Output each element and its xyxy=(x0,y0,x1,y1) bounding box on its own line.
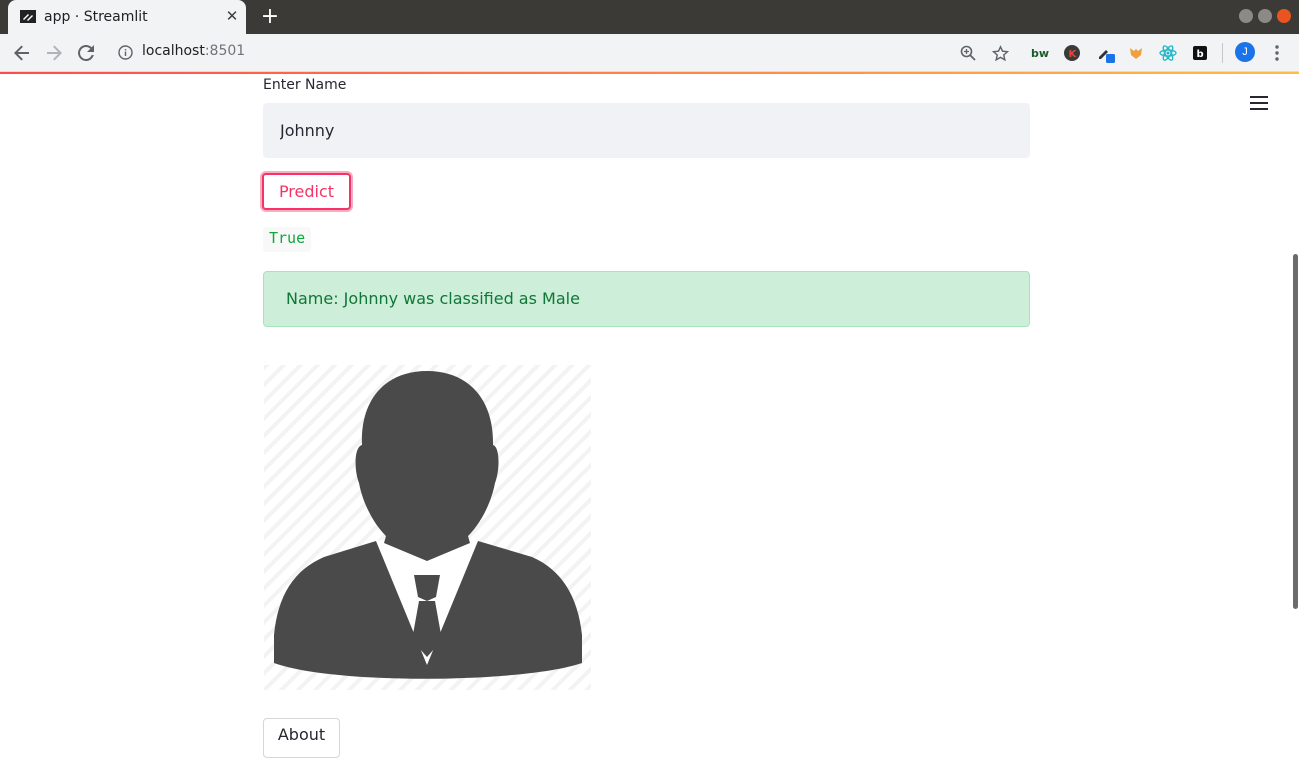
toolbar-separator xyxy=(1222,43,1223,63)
predict-button[interactable]: Predict xyxy=(262,173,351,210)
maximize-window-icon[interactable] xyxy=(1258,9,1272,23)
address-bar[interactable]: localhost:8501 xyxy=(142,43,245,59)
profile-avatar[interactable]: J xyxy=(1235,42,1255,62)
zoom-icon[interactable] xyxy=(958,43,978,63)
url-host: localhost xyxy=(142,43,205,59)
browser-toolbar: localhost:8501 bw K b xyxy=(0,34,1299,72)
extension-k-icon[interactable]: K xyxy=(1062,43,1082,63)
extension-bw-icon[interactable]: bw xyxy=(1030,43,1050,63)
back-arrow-icon[interactable] xyxy=(10,41,34,65)
classification-success-alert: Name: Johnny was classified as Male xyxy=(263,271,1030,327)
bookmark-star-icon[interactable] xyxy=(990,43,1010,63)
page-scrollbar[interactable] xyxy=(1293,254,1298,609)
streamlit-favicon-icon xyxy=(20,10,36,23)
hamburger-menu-icon[interactable] xyxy=(1250,96,1268,110)
svg-text:bw: bw xyxy=(1031,47,1049,59)
reload-icon[interactable] xyxy=(74,41,98,65)
extension-eyedropper-icon[interactable] xyxy=(1096,43,1116,63)
streamlit-app-main: Enter Name Predict True Name: Johnny was… xyxy=(0,74,1299,758)
svg-text:K: K xyxy=(1069,49,1078,60)
svg-text:b: b xyxy=(1197,49,1204,60)
extension-react-icon[interactable] xyxy=(1158,43,1178,63)
prediction-code-output: True xyxy=(263,227,312,252)
name-input[interactable] xyxy=(263,103,1030,158)
minimize-window-icon[interactable] xyxy=(1239,9,1253,23)
male-businessman-avatar-icon xyxy=(264,365,591,690)
close-window-icon[interactable] xyxy=(1277,9,1291,23)
classification-message: Name: Johnny was classified as Male xyxy=(286,289,580,308)
browser-tab-strip: app · Streamlit ✕ + xyxy=(0,0,1299,34)
extension-b-icon[interactable]: b xyxy=(1190,43,1210,63)
browser-tab[interactable]: app · Streamlit ✕ xyxy=(8,0,246,34)
forward-arrow-icon[interactable] xyxy=(42,41,66,65)
new-tab-icon[interactable]: + xyxy=(258,5,282,29)
tab-title: app · Streamlit xyxy=(44,9,148,25)
tab-close-icon[interactable]: ✕ xyxy=(224,8,240,24)
name-input-label: Enter Name xyxy=(263,77,347,93)
about-button[interactable]: About xyxy=(263,718,340,758)
extension-fox-icon[interactable] xyxy=(1126,43,1146,63)
url-port: :8501 xyxy=(204,43,246,59)
browser-menu-icon[interactable] xyxy=(1267,43,1287,63)
site-info-icon[interactable] xyxy=(118,45,133,60)
